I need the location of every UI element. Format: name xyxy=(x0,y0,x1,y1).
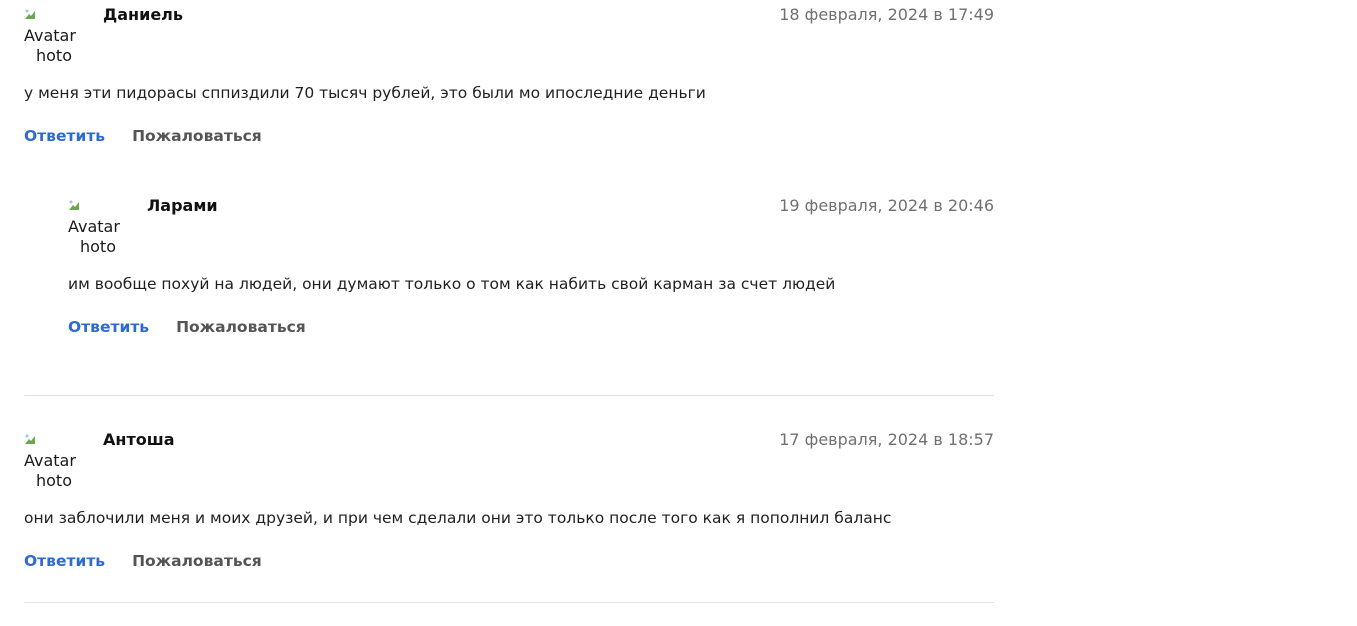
comment-text: они заблочили меня и моих друзей, и при … xyxy=(24,509,892,527)
comment-header: Avatar hoto Антоша 17 февраля, 2024 в 18… xyxy=(24,425,994,487)
reply-button[interactable]: Ответить xyxy=(68,318,149,336)
avatar-alt-text: Avatar xyxy=(68,217,120,236)
comment: Avatar hoto Антоша 17 февраля, 2024 в 18… xyxy=(24,425,994,572)
reply-comment: Avatar hoto Ларами 19 февраля, 2024 в 20… xyxy=(68,191,994,338)
comment-date: 17 февраля, 2024 в 18:57 xyxy=(779,430,994,449)
avatar-alt-text: hoto xyxy=(36,471,72,487)
avatar-alt-text: hoto xyxy=(80,237,116,253)
comment-date: 18 февраля, 2024 в 17:49 xyxy=(779,5,994,24)
avatar: Avatar hoto xyxy=(68,197,124,253)
comment-date: 19 февраля, 2024 в 20:46 xyxy=(779,196,994,215)
avatar-alt-text: Avatar xyxy=(24,26,76,45)
comment-actions: Ответить Пожаловаться xyxy=(24,552,994,572)
comment: Avatar hoto Даниель 18 февраля, 2024 в 1… xyxy=(24,0,994,338)
comment-author: Даниель xyxy=(103,5,183,24)
comments-list: Avatar hoto Даниель 18 февраля, 2024 в 1… xyxy=(24,0,994,603)
comment-actions: Ответить Пожаловаться xyxy=(68,318,994,338)
comment-divider xyxy=(24,395,994,396)
report-button[interactable]: Пожаловаться xyxy=(176,318,306,336)
broken-image-icon xyxy=(25,434,35,444)
report-button[interactable]: Пожаловаться xyxy=(132,127,262,145)
avatar-alt-text: hoto xyxy=(36,46,72,62)
comment-header: Avatar hoto Ларами 19 февраля, 2024 в 20… xyxy=(68,191,994,253)
reply-button[interactable]: Ответить xyxy=(24,127,105,145)
avatar: Avatar hoto xyxy=(24,6,80,62)
comment-divider xyxy=(24,602,994,603)
comment-author: Ларами xyxy=(147,196,218,215)
avatar-alt-text: Avatar xyxy=(24,451,76,470)
comment-author: Антоша xyxy=(103,430,175,449)
comment-text: у меня эти пидорасы сппиздили 70 тысяч р… xyxy=(24,84,706,102)
avatar: Avatar hoto xyxy=(24,431,80,487)
comment-actions: Ответить Пожаловаться xyxy=(24,127,994,147)
report-button[interactable]: Пожаловаться xyxy=(132,552,262,570)
comment-header: Avatar hoto Даниель 18 февраля, 2024 в 1… xyxy=(24,0,994,62)
comment-text: им вообще похуй на людей, они думают тол… xyxy=(68,275,836,293)
broken-image-icon xyxy=(25,9,35,19)
broken-image-icon xyxy=(69,200,79,210)
reply-button[interactable]: Ответить xyxy=(24,552,105,570)
